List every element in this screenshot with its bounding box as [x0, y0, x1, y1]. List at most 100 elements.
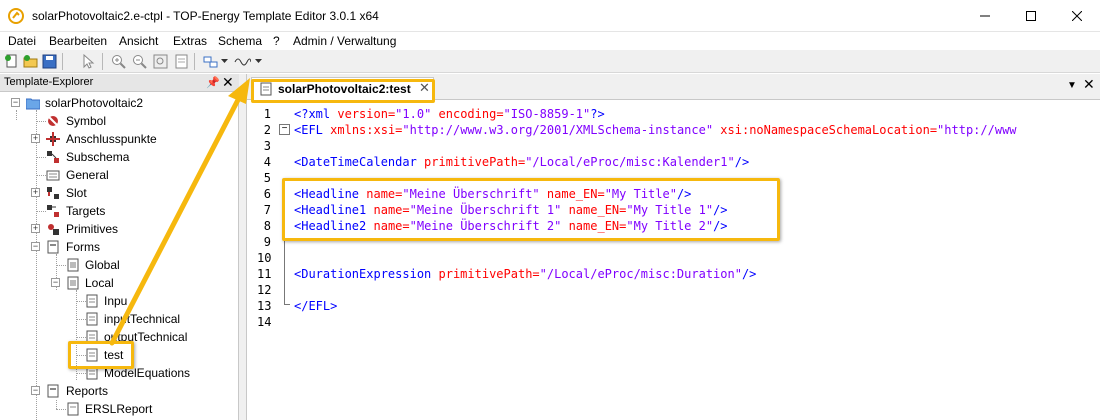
line-number: 4	[263, 155, 271, 169]
highlight-box-tab	[251, 79, 435, 103]
zoom-page-button[interactable]	[173, 53, 190, 70]
tree-node-reports[interactable]: − Reports	[0, 382, 239, 400]
new-file-icon	[5, 54, 17, 68]
tree-label-general: General	[66, 168, 109, 182]
tree-label-reports: Reports	[66, 384, 109, 398]
code-line-2[interactable]: <EFL xmlns:xsi="http://www.w3.org/2001/X…	[294, 123, 1017, 137]
menu-admin[interactable]: Admin / Verwaltung	[293, 34, 396, 48]
highlight-box-code	[282, 178, 780, 241]
save-button[interactable]	[41, 53, 58, 70]
menu-datei[interactable]: Datei	[8, 34, 36, 48]
tree-node-targets[interactable]: Targets	[0, 202, 239, 220]
zoom-fit-button[interactable]	[152, 53, 169, 70]
line-number: 6	[263, 187, 271, 201]
fold-toggle[interactable]: −	[279, 124, 290, 135]
tree-node-global[interactable]: Global	[0, 256, 239, 274]
save-icon	[42, 54, 57, 69]
collapse-toggle[interactable]: −	[31, 242, 40, 251]
layout-icon	[203, 56, 218, 68]
tree-node-forms[interactable]: − Forms	[0, 238, 239, 256]
waveform-dropdown[interactable]	[253, 53, 263, 70]
connection-points-icon	[46, 132, 60, 146]
tree-node-erslreport[interactable]: ERSLReport	[0, 400, 239, 418]
maximize-button[interactable]	[1008, 0, 1054, 32]
tree-node-input[interactable]: Inpu	[0, 292, 239, 310]
toolbar-separator	[102, 53, 103, 70]
close-icon	[1072, 11, 1082, 21]
waveform-icon	[234, 58, 251, 66]
explorer-title: Template-Explorer	[4, 76, 94, 88]
line-number: 3	[263, 139, 271, 153]
pointer-button[interactable]	[79, 53, 96, 70]
form-icon	[86, 312, 98, 326]
window-title: solarPhotovoltaic2.e-ctpl - TOP-Energy T…	[32, 9, 379, 23]
line-number: 1	[263, 107, 271, 121]
primitives-icon	[48, 224, 59, 235]
menu-bearbeiten[interactable]: Bearbeiten	[49, 34, 107, 48]
fold-guide	[284, 236, 285, 304]
app-logo-icon	[8, 8, 24, 24]
zoom-fit-icon	[153, 54, 168, 69]
tree-line	[56, 265, 66, 266]
line-number: 7	[263, 203, 271, 217]
expand-toggle[interactable]: +	[31, 224, 40, 233]
pin-icon[interactable]: 📌	[206, 76, 220, 89]
open-folder-icon	[23, 55, 38, 68]
tree-label-targets: Targets	[66, 204, 106, 218]
menu-ansicht[interactable]: Ansicht	[119, 34, 158, 48]
tree-node-general[interactable]: General	[0, 166, 239, 184]
menu-schema[interactable]: Schema	[218, 34, 262, 48]
waveform-button[interactable]	[234, 53, 251, 70]
tree-node-local[interactable]: − Local	[0, 274, 239, 292]
code-line-4[interactable]: <DateTimeCalendar primitivePath="/Local/…	[294, 155, 749, 169]
menu-extras[interactable]: Extras	[173, 34, 207, 48]
layout-dropdown[interactable]	[219, 53, 229, 70]
tree-node-slot[interactable]: + Slot	[0, 184, 239, 202]
close-button[interactable]	[1054, 0, 1100, 32]
tree-node-anschlusspunkte[interactable]: + Anschlusspunkte	[0, 130, 239, 148]
code-line-1[interactable]: <?xml version="1.0" encoding="ISO-8859-1…	[294, 107, 605, 121]
collapse-toggle[interactable]: −	[51, 278, 60, 287]
general-icon	[46, 170, 60, 181]
new-file-button[interactable]	[3, 53, 20, 70]
pointer-icon	[83, 54, 95, 69]
targets-icon	[47, 205, 59, 217]
tree-label-input: Inpu	[104, 294, 128, 308]
collapse-toggle[interactable]: −	[11, 98, 20, 107]
tree-node-symbol[interactable]: Symbol	[0, 112, 239, 130]
open-folder-button[interactable]	[22, 53, 39, 70]
code-line-11[interactable]: <DurationExpression primitivePath="/Loca…	[294, 267, 756, 281]
symbol-icon	[48, 116, 58, 126]
zoom-out-button[interactable]	[131, 53, 148, 70]
collapse-toggle[interactable]: −	[31, 386, 40, 395]
tab-list-dropdown[interactable]: ▼	[1067, 80, 1077, 91]
tree-node-root[interactable]: − solarPhotovoltaic2	[0, 94, 239, 112]
menu-bar: Datei Bearbeiten Ansicht Extras Schema ?…	[0, 32, 1100, 50]
panel-splitter[interactable]	[239, 74, 246, 420]
chevron-down-icon	[220, 59, 228, 63]
editor-close-button[interactable]: ✕	[1083, 76, 1095, 93]
code-line-13[interactable]: </EFL>	[294, 299, 337, 313]
zoom-out-icon	[133, 55, 147, 69]
form-icon	[67, 276, 79, 290]
explorer-header: Template-Explorer 📌 ✕	[0, 74, 239, 92]
tree-node-subschema[interactable]: Subschema	[0, 148, 239, 166]
report-icon	[67, 402, 79, 416]
line-number: 5	[263, 171, 271, 185]
line-number: 10	[257, 251, 272, 265]
zoom-in-button[interactable]	[110, 53, 127, 70]
expand-toggle[interactable]: +	[31, 188, 40, 197]
minimize-icon	[980, 15, 990, 17]
minimize-button[interactable]	[962, 0, 1008, 32]
layout-button[interactable]	[202, 53, 219, 70]
code-editor-panel: solarPhotovoltaic2:test ✕ ▼ ✕ − 1 2 3 4 …	[246, 74, 1100, 420]
menu-help[interactable]: ?	[273, 34, 280, 48]
tree-label-root: solarPhotovoltaic2	[45, 96, 144, 110]
line-number: 9	[263, 235, 271, 249]
explorer-close-button[interactable]: ✕	[222, 74, 234, 91]
highlight-box-test	[68, 341, 134, 369]
tree-node-primitives[interactable]: + Primitives	[0, 220, 239, 238]
tree-node-inputtechnical[interactable]: inputTechnical	[0, 310, 239, 328]
expand-toggle[interactable]: +	[31, 134, 40, 143]
form-icon	[67, 258, 79, 272]
